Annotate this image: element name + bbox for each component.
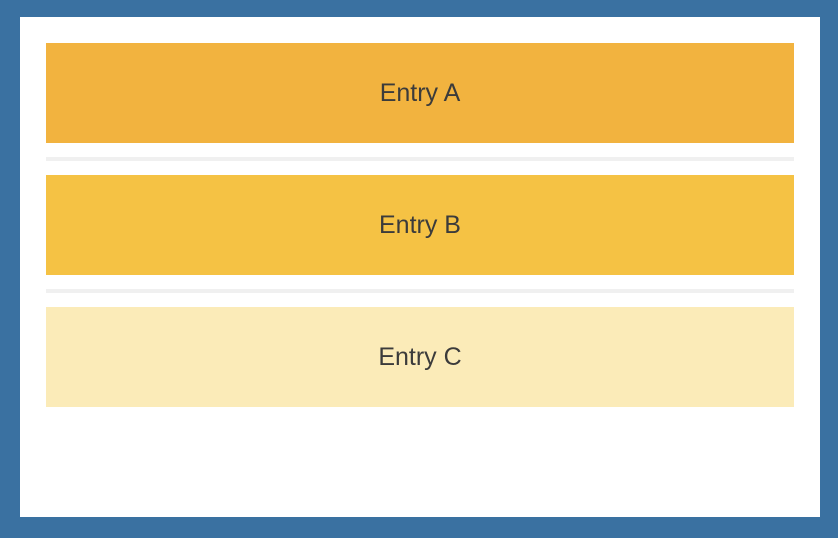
entry-c[interactable]: Entry C [46, 307, 794, 407]
entry-b[interactable]: Entry B [46, 175, 794, 275]
entry-panel: Entry A Entry B Entry C [20, 17, 820, 517]
entry-divider [46, 275, 794, 307]
entry-list: Entry A Entry B Entry C [46, 43, 794, 407]
entry-a[interactable]: Entry A [46, 43, 794, 143]
entry-divider [46, 143, 794, 175]
entry-label: Entry A [379, 78, 461, 107]
entry-label: Entry C [378, 342, 462, 371]
entry-label: Entry B [379, 210, 461, 239]
